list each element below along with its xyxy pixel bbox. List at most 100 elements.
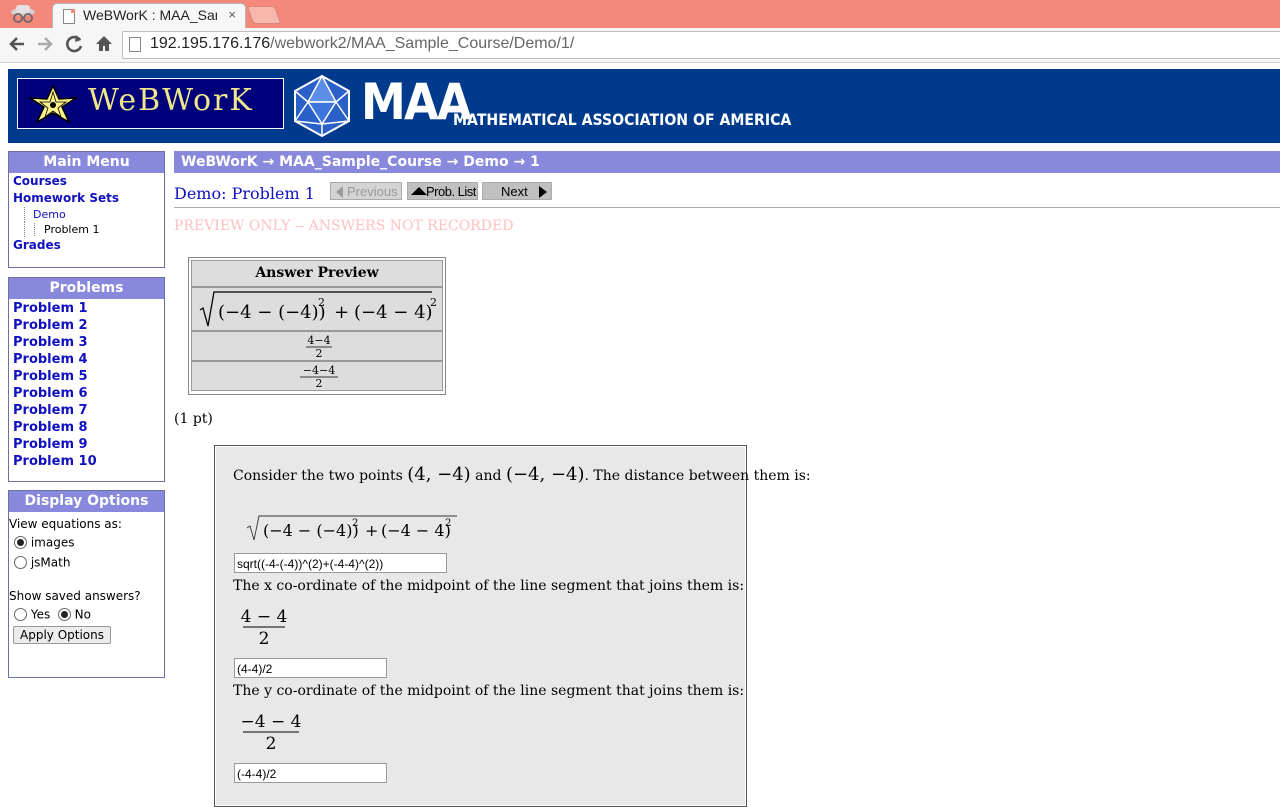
close-tab-icon[interactable]: ×: [228, 7, 236, 22]
page-icon: [129, 37, 141, 52]
question-3-text: The y co-ordinate of the midpoint of the…: [233, 683, 745, 699]
answer-2-input[interactable]: (4-4)/2: [234, 658, 387, 678]
frac1-numerator: 4 − 4: [241, 607, 288, 627]
title-divider: [174, 207, 1280, 208]
url-text[interactable]: 192.195.176.176/webwork2/MAA_Sample_Cour…: [150, 35, 574, 53]
forward-icon[interactable]: [34, 32, 56, 56]
point-1: (4, −4): [407, 464, 471, 485]
formula-exp-b: 2: [445, 518, 451, 529]
display-options-header: Display Options: [9, 491, 164, 512]
next-arrow-icon: [539, 186, 547, 198]
view-jsmath-label: jsMath: [30, 555, 71, 570]
current-problem-label: Problem 1: [34, 223, 100, 236]
view-jsmath-radio[interactable]: [14, 556, 27, 569]
set-demo-link[interactable]: Demo: [24, 207, 164, 222]
show-saved-no-label: No: [74, 607, 91, 622]
previous-label: Previous: [347, 184, 398, 199]
formula-term-b: (−4 − 4): [381, 521, 451, 540]
problem-link-1[interactable]: Problem 1: [13, 300, 164, 317]
show-saved-no-radio[interactable]: [57, 608, 71, 621]
up-arrow-icon: [411, 187, 427, 195]
problem-list-label: Prob. List: [426, 184, 476, 199]
problem-body: Consider the two points (4, −4) and (−4,…: [214, 445, 811, 807]
previous-arrow-icon: [336, 186, 343, 198]
intro-text: Consider the two points: [233, 468, 403, 484]
view-jsmath-option[interactable]: jsMath: [14, 552, 164, 572]
problem-link-8[interactable]: Problem 8: [13, 419, 164, 436]
problems-list: Problem 1 Problem 2 Problem 3 Problem 4 …: [9, 299, 164, 470]
show-saved-yes-label: Yes: [30, 607, 51, 622]
url-path: /webwork2/MAA_Sample_Course/Demo/1/: [270, 35, 575, 52]
frac1-denominator: 2: [259, 629, 270, 648]
question-1-text: Consider the two points (4, −4) and (−4,…: [233, 464, 811, 485]
answer-preview-sqrt: (−4 − (−4)) 2 + (−4 − 4) 2: [199, 291, 437, 327]
answer-preview-frac-2: −4−4 2: [300, 364, 338, 390]
breadcrumb: WeBWorK → MAA_Sample_Course → Demo → 1: [174, 151, 1280, 173]
webwork-logo[interactable]: WeBWorK: [17, 78, 284, 129]
problem-link-4[interactable]: Problem 4: [13, 351, 164, 368]
home-icon[interactable]: [93, 32, 115, 56]
answer-3-input[interactable]: (-4-4)/2: [234, 763, 387, 783]
intro-and: and: [475, 468, 502, 484]
browser-toolbar: 192.195.176.176/webwork2/MAA_Sample_Cour…: [0, 28, 1280, 63]
formula-exp-a: 2: [352, 518, 358, 529]
preview-exp-b: 2: [430, 296, 437, 309]
reload-icon[interactable]: [63, 32, 85, 56]
preview-frac2-den: 2: [316, 377, 323, 390]
next-label: Next: [501, 184, 528, 199]
formula-term-a: (−4 − (−4)): [263, 521, 359, 540]
incognito-icon: [11, 5, 35, 23]
problem-link-5[interactable]: Problem 5: [13, 368, 164, 385]
webwork-logo-text: WeBWorK: [88, 83, 254, 118]
problem-link-2[interactable]: Problem 2: [13, 317, 164, 334]
view-images-radio[interactable]: [14, 536, 27, 549]
address-bar[interactable]: 192.195.176.176/webwork2/MAA_Sample_Cour…: [122, 31, 1280, 59]
problem-link-9[interactable]: Problem 9: [13, 436, 164, 453]
page-title: Demo: Problem 1: [174, 184, 315, 203]
page-favicon-icon: [63, 9, 75, 24]
distance-formula: (−4 − (−4)) 2 + (−4 − 4) 2: [246, 515, 457, 541]
new-tab-button[interactable]: [246, 6, 282, 24]
point-2: (−4, −4): [505, 464, 585, 485]
answer-preview-header: Answer Preview: [191, 260, 443, 287]
answer-preview-row-3: −4−4 2: [191, 361, 443, 391]
preview-frac1-den: 2: [316, 347, 323, 360]
preview-plus: +: [334, 302, 349, 323]
preview-notice: PREVIEW ONLY -- ANSWERS NOT RECORDED: [174, 218, 514, 234]
site-banner: WeBWorK MAA MATHEMATICAL ASSOCIATION OF …: [8, 69, 1280, 143]
show-saved-yes-radio[interactable]: [14, 608, 27, 621]
problem-list-button[interactable]: Prob. List: [407, 182, 478, 200]
preview-term-b: (−4 − 4): [354, 302, 433, 323]
answer-1-input[interactable]: sqrt((-4-(-4))^(2)+(-4-4)^(2)): [234, 553, 447, 573]
next-button[interactable]: Next: [482, 182, 552, 200]
formula-plus: +: [365, 521, 378, 540]
show-saved-options: Yes No: [14, 604, 164, 624]
preview-frac2-num: −4−4: [303, 364, 335, 377]
problems-menu: Problems Problem 1 Problem 2 Problem 3 P…: [8, 277, 165, 482]
courses-link[interactable]: Courses: [13, 173, 164, 190]
back-icon[interactable]: [6, 32, 28, 56]
show-saved-label: Show saved answers?: [9, 589, 141, 603]
problem-link-10[interactable]: Problem 10: [13, 453, 164, 470]
tab-title: WeBWorK : MAA_Sample_Course: [83, 7, 217, 23]
problem-link-7[interactable]: Problem 7: [13, 402, 164, 419]
previous-button[interactable]: Previous: [330, 182, 402, 200]
problem-link-3[interactable]: Problem 3: [13, 334, 164, 351]
browser-tab[interactable]: WeBWorK : MAA_Sample_Course ×: [52, 3, 246, 29]
maa-icosahedron-icon: [294, 74, 350, 138]
problem-link-6[interactable]: Problem 6: [13, 385, 164, 402]
homework-sets-link[interactable]: Homework Sets: [13, 190, 164, 207]
answer-preview-row-2: 4−4 2: [191, 331, 443, 361]
url-host: 192.195.176.176: [150, 35, 271, 52]
maa-full-name: MATHEMATICAL ASSOCIATION OF AMERICA: [453, 110, 792, 129]
grades-link[interactable]: Grades: [13, 237, 164, 254]
midpoint-y-fraction: −4 − 4 2: [241, 712, 301, 753]
preview-exp-a: 2: [318, 296, 325, 309]
view-images-option[interactable]: images: [14, 532, 164, 552]
browser-tab-bar: WeBWorK : MAA_Sample_Course ×: [0, 0, 1280, 29]
current-problem-item: Problem 1: [24, 222, 164, 237]
answer-preview-row-1: (−4 − (−4)) 2 + (−4 − 4) 2: [191, 287, 443, 331]
apply-options-button[interactable]: Apply Options: [13, 626, 111, 644]
view-equations-label: View equations as:: [9, 517, 122, 531]
frac2-numerator: −4 − 4: [241, 712, 301, 732]
